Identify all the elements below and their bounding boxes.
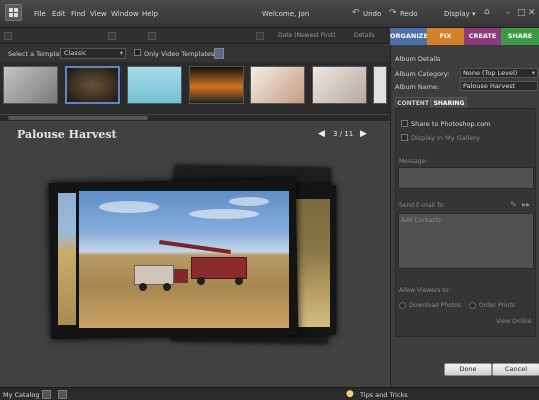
lightbulb-icon: ● (346, 389, 354, 399)
template-thumb[interactable] (312, 66, 367, 104)
share-photoshop-checkbox[interactable] (401, 120, 408, 127)
catalog-icon[interactable] (42, 390, 51, 399)
app-logo-icon[interactable] (5, 4, 22, 21)
undo-icon[interactable]: ↶ (352, 8, 360, 18)
details-checkbox[interactable]: Details (354, 32, 375, 39)
share-panel: Album Details Album Category: None (Top … (390, 45, 539, 387)
template-thumb[interactable] (127, 66, 182, 104)
template-thumb[interactable] (189, 66, 244, 104)
toolbar-button[interactable] (256, 32, 264, 40)
home-icon[interactable]: ⌂ (484, 7, 490, 17)
tab-organize[interactable]: ORGANIZE (390, 28, 428, 45)
tab-sharing[interactable]: SHARING (431, 97, 467, 108)
minimize-icon[interactable]: – (506, 8, 511, 18)
harvest-photo[interactable] (79, 191, 289, 328)
album-preview: Palouse Harvest ◀ 3 / 11 ▶ (0, 121, 390, 387)
status-bar: My Catalog ● Tips and Tricks (0, 387, 539, 400)
order-prints-checkbox[interactable] (469, 302, 476, 309)
allow-viewers-label: Allow Viewers to: (399, 287, 451, 294)
display-menu[interactable]: Display ▾ (444, 10, 476, 18)
tab-share[interactable]: SHARE (501, 28, 539, 45)
video-only-checkbox[interactable] (134, 49, 141, 56)
display-gallery-label: Display In My Gallery (411, 134, 480, 142)
album-title: Palouse Harvest (17, 128, 117, 141)
add-contacts-text[interactable]: Add Contacts (401, 217, 441, 224)
send-email-label: Send E-mail To: (399, 202, 446, 209)
tab-fix[interactable]: FIX (427, 28, 464, 45)
download-photos-checkbox[interactable] (399, 302, 406, 309)
previous-page-icon[interactable]: ◀ (318, 129, 325, 139)
toolbar-button[interactable] (148, 32, 156, 40)
template-thumb[interactable] (250, 66, 305, 104)
menu-find[interactable]: Find (71, 10, 85, 18)
toolbar-button[interactable] (108, 32, 116, 40)
done-button[interactable]: Done (444, 363, 492, 376)
trash-icon[interactable] (58, 390, 67, 399)
album-name-label: Album Name: (395, 83, 440, 91)
redo-icon[interactable]: ↷ (389, 8, 397, 18)
undo-button[interactable]: Undo (363, 10, 381, 18)
download-photos-label: Download Photos (409, 302, 461, 309)
photo (58, 193, 76, 325)
thumbnail-scrollbar[interactable] (0, 114, 390, 121)
menu-view[interactable]: View (90, 10, 107, 18)
sort-order-select[interactable]: Date (Newest First) (278, 32, 336, 39)
template-thumb[interactable] (373, 66, 387, 104)
expand-icon[interactable]: ▸▸ (522, 200, 530, 209)
album-name-input[interactable]: Palouse Harvest (460, 81, 538, 91)
email-recipients-list[interactable]: Add Contacts (398, 213, 534, 269)
template-thumb-selected[interactable] (65, 66, 120, 104)
scrollbar-thumb[interactable] (8, 116, 148, 120)
share-photoshop-label: Share to Photoshop.com (411, 120, 491, 128)
template-select[interactable]: Classic (60, 48, 126, 59)
display-gallery-checkbox[interactable] (401, 134, 408, 141)
template-bar: Select a Template: Classic Only Video Te… (0, 45, 390, 62)
video-only-label: Only Video Templates (144, 50, 215, 58)
close-icon[interactable]: ✕ (528, 8, 536, 18)
page-counter: 3 / 11 (333, 130, 354, 138)
tips-and-tricks-link[interactable]: Tips and Tricks (360, 391, 408, 399)
cancel-button[interactable]: Cancel (492, 363, 539, 376)
next-page-icon[interactable]: ▶ (360, 129, 367, 139)
menu-edit[interactable]: Edit (52, 10, 66, 18)
welcome-text: Welcome, Jon (262, 10, 310, 18)
edit-contacts-icon[interactable]: ✎ (510, 200, 517, 209)
template-thumbnails (0, 62, 390, 114)
sharing-options: Share to Photoshop.com Display In My Gal… (395, 108, 536, 337)
message-label: Message: (399, 158, 428, 165)
maximize-icon[interactable]: □ (517, 8, 526, 18)
delete-template-icon[interactable] (214, 48, 224, 59)
photo (294, 199, 330, 327)
menu-file[interactable]: File (34, 10, 46, 18)
template-thumb[interactable] (3, 66, 58, 104)
toolbar-button[interactable] (4, 32, 12, 40)
album-details-heading: Album Details (395, 55, 441, 63)
tab-create[interactable]: CREATE (464, 28, 501, 45)
redo-button[interactable]: Redo (400, 10, 418, 18)
menu-help[interactable]: Help (142, 10, 158, 18)
tab-content[interactable]: CONTENT (395, 97, 431, 108)
secondary-toolbar: Date (Newest First) Details (0, 28, 390, 44)
order-prints-label: Order Prints (479, 302, 515, 309)
view-online-link[interactable]: View Online (496, 318, 532, 325)
menu-window[interactable]: Window (111, 10, 139, 18)
catalog-name[interactable]: My Catalog (3, 391, 39, 399)
album-category-label: Album Category: (395, 70, 450, 78)
menu-bar: File Edit Find View Window Help Welcome,… (0, 0, 539, 28)
message-input[interactable] (398, 167, 534, 189)
album-category-select[interactable]: None (Top Level) (460, 68, 538, 78)
